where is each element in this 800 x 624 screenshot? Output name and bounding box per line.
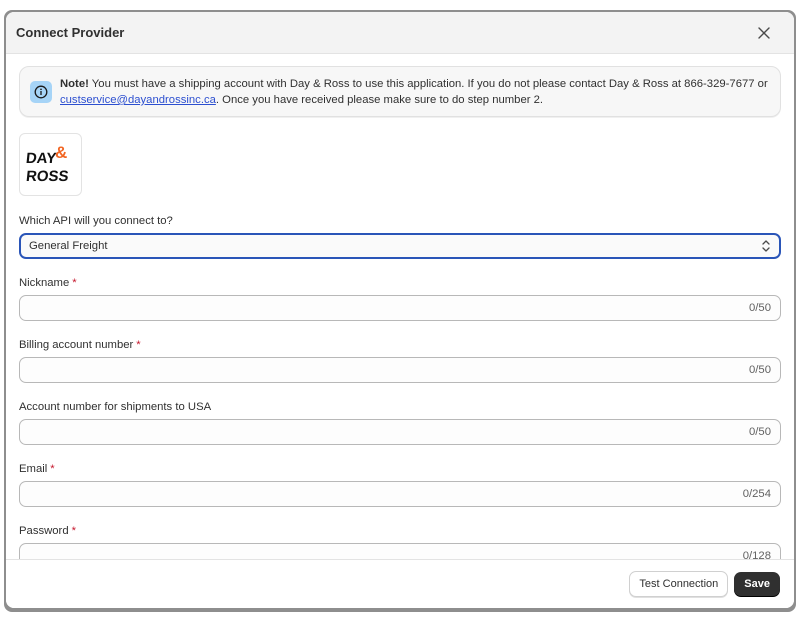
usa-account-counter: 0/50: [749, 426, 771, 438]
modal-title: Connect Provider: [16, 25, 125, 40]
connect-provider-modal: Connect Provider Note! You must have a s…: [6, 12, 794, 608]
svg-text:ROSS: ROSS: [25, 168, 69, 185]
api-select-value: General Freight: [29, 240, 108, 252]
note-text: Note! You must have a shipping account w…: [60, 76, 770, 108]
info-icon: [30, 81, 52, 103]
select-chevron-icon: [762, 240, 770, 252]
api-select-label: Which API will you connect to?: [19, 215, 173, 227]
svg-text:DAY: DAY: [25, 150, 57, 167]
api-select[interactable]: General Freight: [19, 233, 781, 259]
close-button[interactable]: [752, 21, 776, 45]
day-and-ross-logo: DAY & ROSS: [25, 143, 69, 185]
email-label: Email *: [19, 463, 55, 475]
billing-account-input[interactable]: 0/50: [19, 357, 781, 383]
nickname-counter: 0/50: [749, 302, 771, 314]
test-connection-button[interactable]: Test Connection: [629, 571, 729, 597]
email-field[interactable]: 0/254: [19, 481, 781, 507]
password-label: Password *: [19, 525, 77, 537]
email-counter: 0/254: [742, 488, 771, 500]
usa-account-label: Account number for shipments to USA: [19, 401, 212, 413]
save-button[interactable]: Save: [734, 572, 780, 596]
provider-logo: DAY & ROSS: [19, 133, 82, 196]
billing-account-label: Billing account number *: [19, 339, 141, 351]
note-banner: Note! You must have a shipping account w…: [19, 66, 781, 117]
modal-header: Connect Provider: [6, 12, 794, 54]
note-label: Note!: [60, 78, 89, 90]
note-body: You must have a shipping account with Da…: [88, 78, 768, 90]
support-email-link[interactable]: custservice@dayandrossinc.ca: [60, 94, 216, 106]
note-body-end: . Once you have received please make sur…: [215, 94, 544, 106]
usa-account-input[interactable]: 0/50: [19, 419, 781, 445]
svg-text:&: &: [55, 143, 67, 162]
modal-body: Note! You must have a shipping account w…: [6, 54, 794, 569]
nickname-input[interactable]: 0/50: [19, 295, 781, 321]
nickname-label: Nickname *: [19, 277, 77, 289]
billing-account-counter: 0/50: [749, 364, 771, 376]
close-icon: [758, 26, 770, 39]
modal-footer: Test Connection Save: [6, 559, 794, 608]
